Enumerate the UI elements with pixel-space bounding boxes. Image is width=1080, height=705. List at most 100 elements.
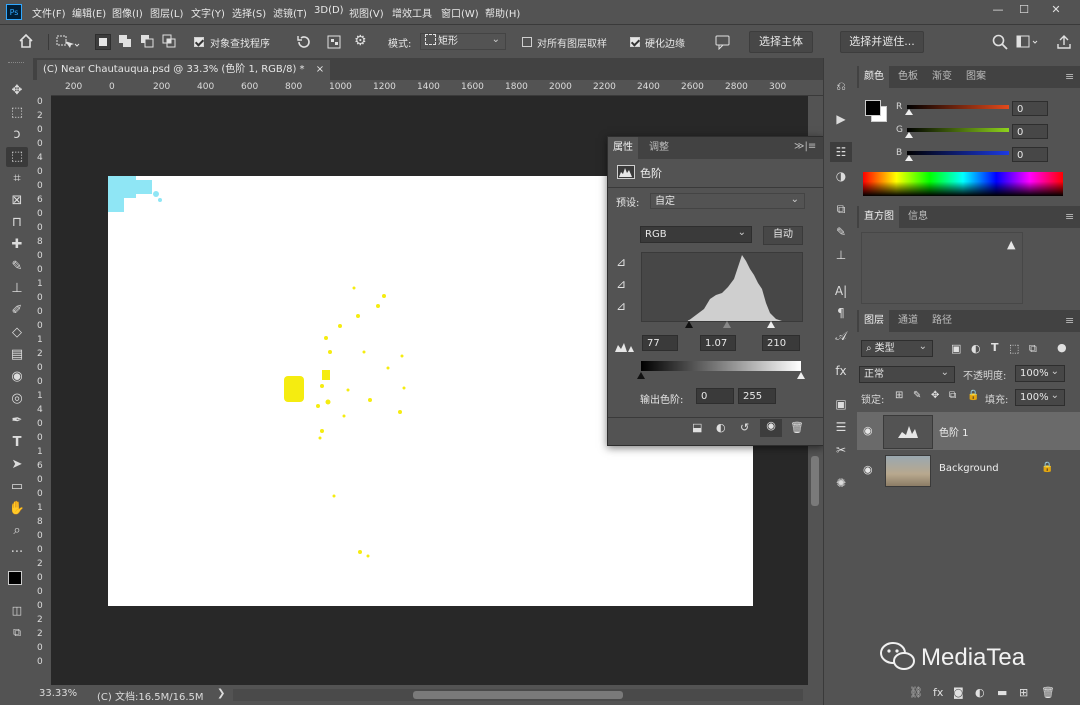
actions-panel-icon[interactable]: ▶	[830, 109, 852, 129]
move-tool-icon[interactable]: ✥	[6, 81, 28, 101]
more-tools-icon[interactable]: ···	[6, 543, 28, 563]
opacity-field[interactable]: 100%	[1015, 364, 1065, 382]
marquee-tool-icon[interactable]: ⬚	[6, 103, 28, 123]
hand-tool-icon[interactable]: ✋	[6, 499, 28, 519]
input-gamma-field[interactable]: 1.07	[700, 335, 736, 351]
auto-button[interactable]: 自动	[763, 226, 803, 245]
menu-image[interactable]: 图像(I)	[112, 5, 143, 20]
tab-gradients[interactable]: 渐变	[927, 66, 957, 88]
black-output-handle[interactable]	[637, 372, 645, 379]
toolbar-grip[interactable]	[8, 62, 24, 65]
blur-tool-icon[interactable]: ◉	[6, 367, 28, 387]
object-selection-preset-icon[interactable]	[56, 34, 80, 50]
red-slider-handle[interactable]	[905, 109, 913, 115]
visibility-eye-icon[interactable]: ◉	[760, 419, 782, 437]
history-panel-icon[interactable]: ⎌	[830, 76, 852, 96]
new-adjustment-layer-icon[interactable]: ◐	[975, 686, 985, 699]
properties-panel-icon[interactable]: ☷	[830, 142, 852, 162]
3d-panel-icon[interactable]: ✺	[830, 473, 852, 493]
green-slider-handle[interactable]	[905, 132, 913, 138]
status-arrow-icon[interactable]: ❯	[217, 688, 225, 699]
layer-visibility-eye-icon[interactable]: ◉	[863, 424, 873, 437]
frame-tool-icon[interactable]: ⊠	[6, 191, 28, 211]
gray-input-handle[interactable]	[723, 321, 731, 328]
show-all-objects-icon[interactable]	[326, 34, 342, 50]
paragraph-panel-icon[interactable]: ¶	[830, 303, 852, 323]
red-value-field[interactable]: 0	[1012, 101, 1048, 116]
gray-point-eyedropper-icon[interactable]: ⊿	[616, 277, 626, 291]
output-white-field[interactable]: 255	[738, 388, 776, 404]
notes-panel-icon[interactable]: ☰	[830, 417, 852, 437]
libraries-panel-icon[interactable]: ▣	[830, 394, 852, 414]
share-icon[interactable]	[1056, 34, 1072, 50]
menu-select[interactable]: 选择(S)	[232, 5, 266, 20]
filter-toggle-icon[interactable]: ●	[1057, 341, 1067, 354]
lock-all-icon[interactable]: 🔒	[967, 390, 979, 401]
delete-adjustment-icon[interactable]: 🗑	[790, 421, 804, 434]
new-layer-icon[interactable]: ⊞	[1019, 686, 1028, 699]
filter-pixel-icon[interactable]: ▣	[951, 342, 961, 355]
filter-smart-object-icon[interactable]: ⧉	[1029, 342, 1037, 356]
add-selection-icon[interactable]	[118, 34, 132, 48]
tab-paths[interactable]: 路径	[927, 310, 957, 332]
mode-dropdown[interactable]: 矩形	[420, 32, 506, 50]
reset-icon[interactable]: ↺	[740, 421, 749, 434]
settings-gear-icon[interactable]: ⚙	[354, 33, 367, 49]
search-icon[interactable]	[992, 34, 1008, 50]
horizontal-ruler[interactable]: 200 0 200 400 600 800 1000 1200 1400 1600 1800 2000…	[51, 80, 823, 96]
tab-color[interactable]: 颜色	[859, 66, 889, 88]
screen-mode-icon[interactable]: ⧉	[6, 623, 28, 643]
output-black-field[interactable]: 0	[696, 388, 734, 404]
quick-mask-icon[interactable]: ◫	[6, 601, 28, 621]
tab-layers[interactable]: 图层	[859, 310, 889, 332]
horizontal-scroll-thumb[interactable]	[413, 691, 623, 699]
clipping-warning-icon[interactable]	[614, 341, 634, 353]
layer-style-icon[interactable]: fx	[933, 686, 943, 699]
object-finder-checkbox[interactable]	[194, 37, 204, 47]
history-brush-tool-icon[interactable]: ✐	[6, 301, 28, 321]
blue-slider[interactable]	[905, 151, 1009, 161]
lock-image-icon[interactable]: ✎	[913, 390, 921, 401]
layer-visibility-eye-icon[interactable]: ◉	[863, 463, 873, 476]
panel-menu-icon[interactable]: ≫|≡	[794, 141, 816, 152]
input-levels-slider[interactable]	[641, 321, 801, 329]
vertical-scroll-thumb[interactable]	[811, 456, 819, 506]
home-icon[interactable]	[18, 34, 34, 48]
color-panel-menu-icon[interactable]: ≡	[1065, 70, 1074, 83]
ruler-origin[interactable]	[33, 80, 51, 95]
layer-lock-icon[interactable]: 🔒	[1041, 462, 1053, 473]
lasso-tool-icon[interactable]: ↄ	[6, 125, 28, 145]
layer-row-background[interactable]: ◉ Background 🔒	[857, 451, 1080, 489]
refresh-objects-icon[interactable]	[296, 34, 312, 50]
tools-panel-icon[interactable]: ✂	[830, 440, 852, 460]
crop-tool-icon[interactable]: ⌗	[6, 169, 28, 189]
new-selection-button[interactable]	[95, 34, 111, 50]
layer-filter-dropdown[interactable]: ⌕ 类型	[861, 339, 933, 357]
color-spectrum[interactable]	[863, 172, 1063, 196]
add-mask-icon[interactable]: ◙	[953, 686, 964, 699]
menu-file[interactable]: 文件(F)	[32, 5, 66, 20]
select-and-mask-button[interactable]: 选择并遮住...	[840, 31, 924, 53]
tab-adjustments[interactable]: 调整	[644, 137, 674, 159]
white-input-handle[interactable]	[767, 321, 775, 328]
tab-info[interactable]: 信息	[903, 206, 933, 228]
adjustments-panel-icon[interactable]: ⧉	[830, 199, 852, 219]
sample-all-layers-checkbox[interactable]	[522, 37, 532, 47]
filter-adjustment-icon[interactable]: ◐	[971, 342, 981, 355]
lock-artboard-icon[interactable]: ⧉	[949, 390, 956, 401]
delete-layer-icon[interactable]: 🗑	[1041, 686, 1055, 699]
red-slider[interactable]	[905, 105, 1009, 115]
layers-menu-icon[interactable]: ≡	[1065, 314, 1074, 327]
menu-filter[interactable]: 滤镜(T)	[273, 5, 307, 20]
green-slider[interactable]	[905, 128, 1009, 138]
menu-layer[interactable]: 图层(L)	[150, 5, 183, 20]
eraser-tool-icon[interactable]: ◇	[6, 323, 28, 343]
dodge-tool-icon[interactable]: ◎	[6, 389, 28, 409]
pen-tool-icon[interactable]: ✒	[6, 411, 28, 431]
filter-type-icon[interactable]: T	[991, 341, 999, 354]
character-panel-icon[interactable]: A|	[830, 281, 852, 301]
vertical-ruler[interactable]: 0 2 0 0 4 0 0 6 0 0 8 0 0 1 0 0 0 1 2 0 0 1 4 0 0 1 6 0 0 1 8 0 0 2 0 0 0 2 2 0…	[33, 95, 52, 685]
clip-to-layer-icon[interactable]: ⬓	[692, 421, 702, 434]
histogram-menu-icon[interactable]: ≡	[1065, 210, 1074, 223]
white-output-handle[interactable]	[797, 372, 805, 379]
